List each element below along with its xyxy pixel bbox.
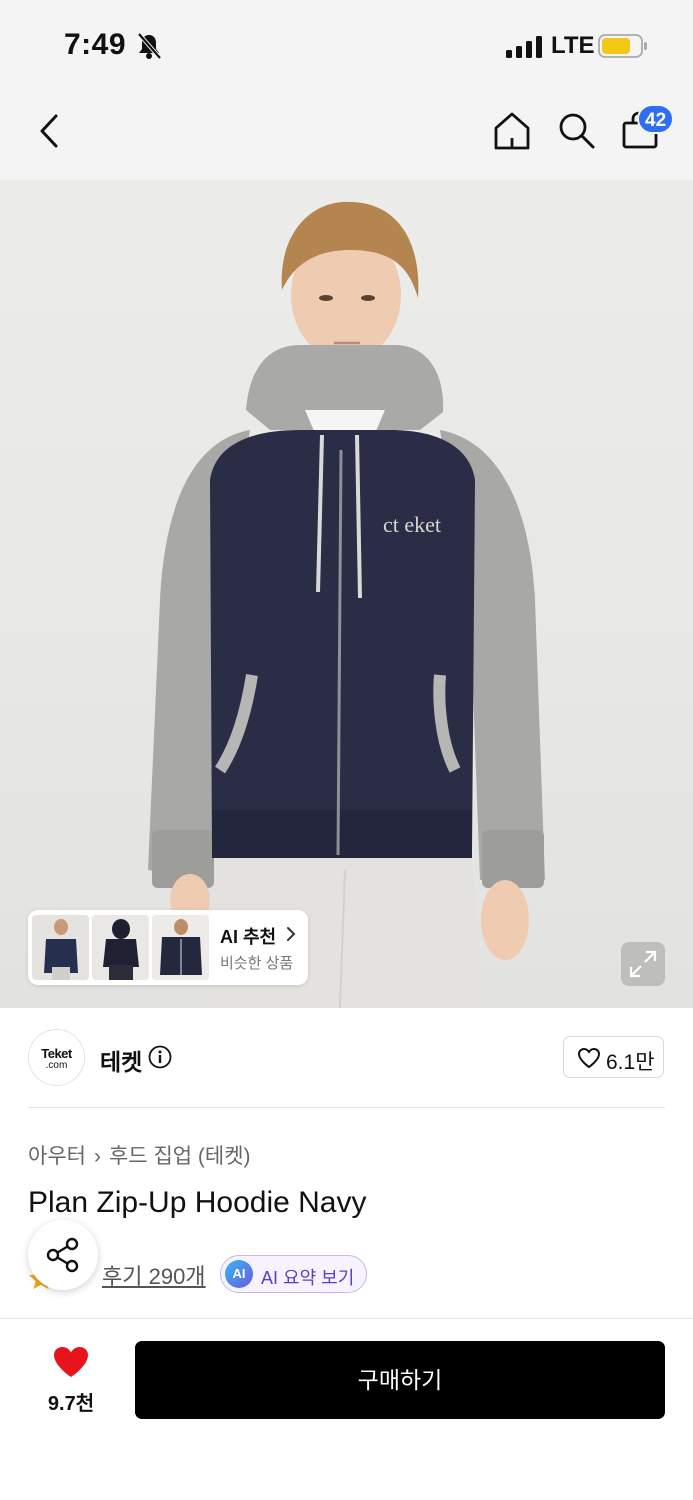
info-icon[interactable] <box>148 1045 172 1069</box>
share-button[interactable] <box>28 1220 98 1290</box>
search-icon[interactable] <box>556 110 596 150</box>
bottom-action-bar: 9.7천 구매하기 <box>0 1318 693 1500</box>
heart-filled-icon[interactable] <box>52 1345 90 1379</box>
heart-outline-icon <box>577 1047 601 1069</box>
wishlist-count: 9.7천 <box>47 1393 95 1415</box>
product-hero-image[interactable]: ct eket AI 추천 비슷한 상품 <box>0 180 693 1008</box>
buy-button[interactable]: 구매하기 <box>135 1341 665 1419</box>
brand-logo-line1: Teket <box>41 1046 72 1061</box>
brand-like-count: 6.1만 <box>606 1051 655 1074</box>
ai-summary-button[interactable]: AI AI 요약 보기 <box>220 1255 367 1293</box>
brand-logo-line2: .com <box>45 1060 68 1071</box>
ai-badge: AI <box>225 1260 253 1288</box>
brand-name[interactable]: 테켓 <box>100 1043 142 1077</box>
home-icon[interactable] <box>492 110 532 152</box>
brand-logo[interactable]: Teket .com <box>28 1029 85 1086</box>
top-nav-bar: 42 <box>0 92 693 180</box>
ai-summary-label: AI 요약 보기 <box>261 1268 355 1288</box>
share-icon <box>46 1237 79 1273</box>
back-arrow-icon[interactable] <box>34 112 66 150</box>
status-bar: 7:49 LTE <box>0 0 693 92</box>
brand-like-button[interactable]: 6.1만 <box>563 1036 664 1078</box>
bell-muted-icon <box>137 32 162 60</box>
similar-product-thumbnail[interactable] <box>32 915 89 980</box>
ai-recommendation-subtitle: 비슷한 상품 <box>220 955 294 972</box>
breadcrumb-item-subcategory[interactable]: 후드 집업 (테켓) <box>109 1145 251 1168</box>
battery-icon <box>598 34 647 58</box>
cart-count-badge: 42 <box>637 104 675 134</box>
expand-icon <box>629 950 657 978</box>
ai-recommendation-title: AI 추천 <box>220 927 277 947</box>
breadcrumb-item-category[interactable]: 아우터 <box>28 1145 86 1168</box>
ai-recommendation-card[interactable]: AI 추천 비슷한 상품 <box>28 910 308 985</box>
chest-logo-text: ct eket <box>383 512 441 537</box>
signal-icon <box>506 36 542 58</box>
model-hoodie-photo: ct eket <box>148 201 545 1008</box>
chevron-right-icon <box>287 927 296 941</box>
product-title: Plan Zip-Up Hoodie Navy <box>28 1186 367 1219</box>
similar-product-thumbnail[interactable] <box>92 915 149 980</box>
similar-product-thumbnail[interactable] <box>152 915 209 980</box>
breadcrumb: 아우터 › 후드 집업 (테켓) <box>28 1140 251 1170</box>
network-type: LTE <box>551 32 595 59</box>
clock: 7:49 <box>64 28 127 61</box>
review-count-link[interactable]: 후기 290개 <box>102 1259 206 1291</box>
expand-image-button[interactable] <box>621 942 665 986</box>
divider <box>28 1107 665 1108</box>
chevron-right-icon: › <box>93 1145 101 1168</box>
